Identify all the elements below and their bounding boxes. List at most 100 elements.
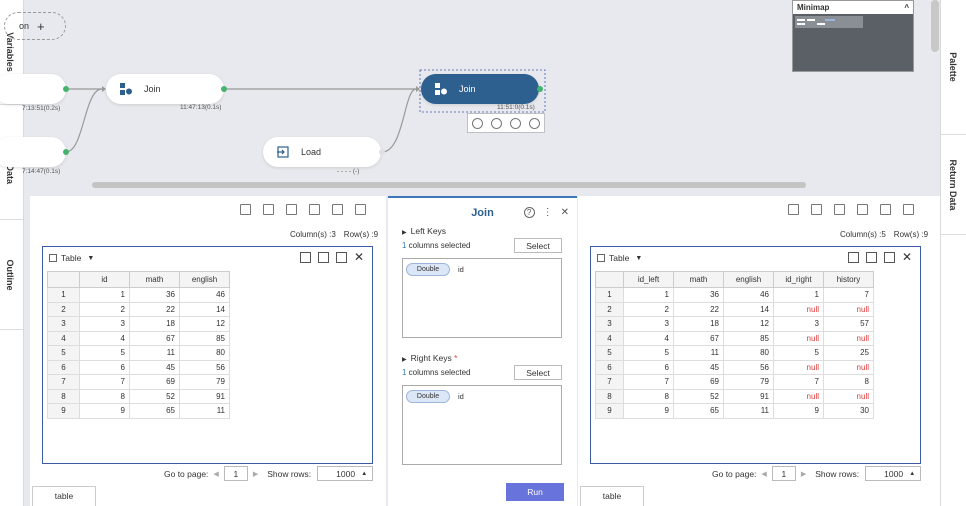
table-cell[interactable]: 4 — [79, 330, 130, 346]
row-number[interactable]: 3 — [595, 316, 624, 332]
table-cell[interactable]: 46 — [179, 287, 230, 303]
table-cell[interactable]: null — [823, 359, 874, 375]
table-cell[interactable]: 18 — [129, 316, 180, 332]
table-cell[interactable]: null — [773, 301, 824, 317]
table-cell[interactable]: null — [773, 359, 824, 375]
table-cell[interactable]: 3 — [773, 316, 824, 332]
table-cell[interactable]: 1 — [623, 287, 674, 303]
table-cell[interactable]: 30 — [823, 403, 874, 419]
table-cell[interactable]: 5 — [623, 345, 674, 361]
table-cell[interactable]: 1 — [773, 287, 824, 303]
node-partial-2[interactable] — [0, 137, 66, 167]
next-page-icon[interactable]: ▶ — [253, 470, 258, 478]
split-horizontal-icon[interactable] — [286, 204, 297, 215]
table-row[interactable]: 7 7 69 79 7 8 — [595, 374, 874, 390]
table-row[interactable]: 3 3 18 12 — [47, 316, 230, 332]
external-link-icon[interactable] — [355, 204, 366, 215]
tab-outline[interactable]: Outline — [0, 220, 24, 330]
column-header[interactable]: english — [723, 271, 774, 288]
row-number[interactable]: 2 — [595, 301, 624, 317]
table-cell[interactable]: 6 — [79, 359, 130, 375]
table-cell[interactable]: 69 — [129, 374, 180, 390]
tab-return-data[interactable]: Return Data — [941, 135, 966, 235]
table-cell[interactable]: 91 — [179, 388, 230, 404]
row-number[interactable]: 8 — [595, 388, 624, 404]
table-row[interactable]: 6 6 45 56 null null — [595, 359, 874, 375]
run-button[interactable]: Run — [506, 483, 564, 501]
delete-icon[interactable] — [529, 117, 540, 129]
table-row[interactable]: 3 3 18 12 3 57 — [595, 316, 874, 332]
table-cell[interactable]: 67 — [673, 330, 724, 346]
more-icon[interactable]: ⋮ — [543, 207, 553, 218]
close-icon[interactable]: ✕ — [561, 207, 569, 218]
table-cell[interactable]: 7 — [623, 374, 674, 390]
table-row[interactable]: 9 9 65 11 — [47, 403, 230, 419]
table-cell[interactable]: 56 — [179, 359, 230, 375]
workflow-canvas[interactable]: on + 7:13:51(0.2s) Join 11:47:13(0.1s) J… — [0, 0, 940, 195]
table-cell[interactable]: 4 — [623, 330, 674, 346]
table-cell[interactable]: 69 — [673, 374, 724, 390]
right-keys-box[interactable]: Double id — [402, 385, 562, 465]
expand-icon[interactable] — [332, 204, 343, 215]
copy-icon[interactable] — [335, 252, 347, 263]
table-cell[interactable]: 65 — [673, 403, 724, 419]
table-cell[interactable]: 8 — [823, 374, 874, 390]
table-row[interactable]: 6 6 45 56 — [47, 359, 230, 375]
tab-palette[interactable]: Palette — [941, 0, 966, 135]
table-cell[interactable]: 45 — [673, 359, 724, 375]
tab-table[interactable]: table — [32, 486, 96, 506]
table-cell[interactable]: 3 — [79, 316, 130, 332]
table-cell[interactable]: 1 — [79, 287, 130, 303]
table-cell[interactable]: 91 — [723, 388, 774, 404]
prev-page-icon[interactable]: ◀ — [213, 470, 218, 478]
table-cell[interactable]: 6 — [623, 359, 674, 375]
row-number[interactable]: 4 — [47, 330, 80, 346]
column-header[interactable]: math — [673, 271, 724, 288]
table-cell[interactable]: 80 — [723, 345, 774, 361]
split-vertical-icon[interactable] — [811, 204, 822, 215]
table-cell[interactable]: 56 — [723, 359, 774, 375]
table-row[interactable]: 5 5 11 80 5 25 — [595, 345, 874, 361]
prev-page-icon[interactable]: ◀ — [761, 470, 766, 478]
add-file-icon[interactable] — [847, 252, 859, 263]
table-cell[interactable]: 11 — [129, 345, 180, 361]
row-number[interactable]: 6 — [47, 359, 80, 375]
table-cell[interactable]: 65 — [129, 403, 180, 419]
next-page-icon[interactable]: ▶ — [801, 470, 806, 478]
table-cell[interactable]: 80 — [179, 345, 230, 361]
node-partial-1[interactable] — [0, 74, 66, 104]
table-cell[interactable]: 18 — [673, 316, 724, 332]
left-keys-select-button[interactable]: Select — [514, 238, 562, 253]
table-row[interactable]: 2 2 22 14 — [47, 301, 230, 317]
node-join-1[interactable]: Join — [106, 74, 224, 104]
link-icon[interactable] — [491, 117, 502, 129]
expand-icon[interactable] — [880, 204, 891, 215]
table-cell[interactable]: null — [823, 301, 874, 317]
row-number[interactable]: 9 — [595, 403, 624, 419]
table-cell[interactable]: 79 — [723, 374, 774, 390]
node-join-2[interactable]: Join — [421, 74, 539, 104]
table-cell[interactable]: 7 — [79, 374, 130, 390]
row-number[interactable]: 7 — [47, 374, 80, 390]
download-icon[interactable] — [788, 204, 799, 215]
rows-per-page-select[interactable]: 1000 ▲ — [865, 466, 922, 481]
table-cell[interactable]: 12 — [179, 316, 230, 332]
table-cell[interactable]: 7 — [823, 287, 874, 303]
close-icon[interactable]: ✕ — [354, 251, 364, 263]
tab-table[interactable]: table — [580, 486, 644, 506]
minimap-viewport[interactable] — [795, 16, 863, 28]
table-cell[interactable]: 14 — [179, 301, 230, 317]
row-number[interactable]: 6 — [595, 359, 624, 375]
split-vertical-icon[interactable] — [263, 204, 274, 215]
cancel-icon[interactable] — [472, 117, 483, 129]
table-settings-icon[interactable] — [317, 252, 329, 263]
table-cell[interactable]: 46 — [723, 287, 774, 303]
table-cell[interactable]: 9 — [79, 403, 130, 419]
table-cell[interactable]: 52 — [673, 388, 724, 404]
table-row[interactable]: 4 4 67 85 — [47, 330, 230, 346]
row-number[interactable]: 3 — [47, 316, 80, 332]
row-number[interactable]: 1 — [595, 287, 624, 303]
column-header[interactable] — [47, 271, 80, 288]
page-input[interactable]: 1 — [771, 466, 796, 481]
table-cell[interactable]: 57 — [823, 316, 874, 332]
